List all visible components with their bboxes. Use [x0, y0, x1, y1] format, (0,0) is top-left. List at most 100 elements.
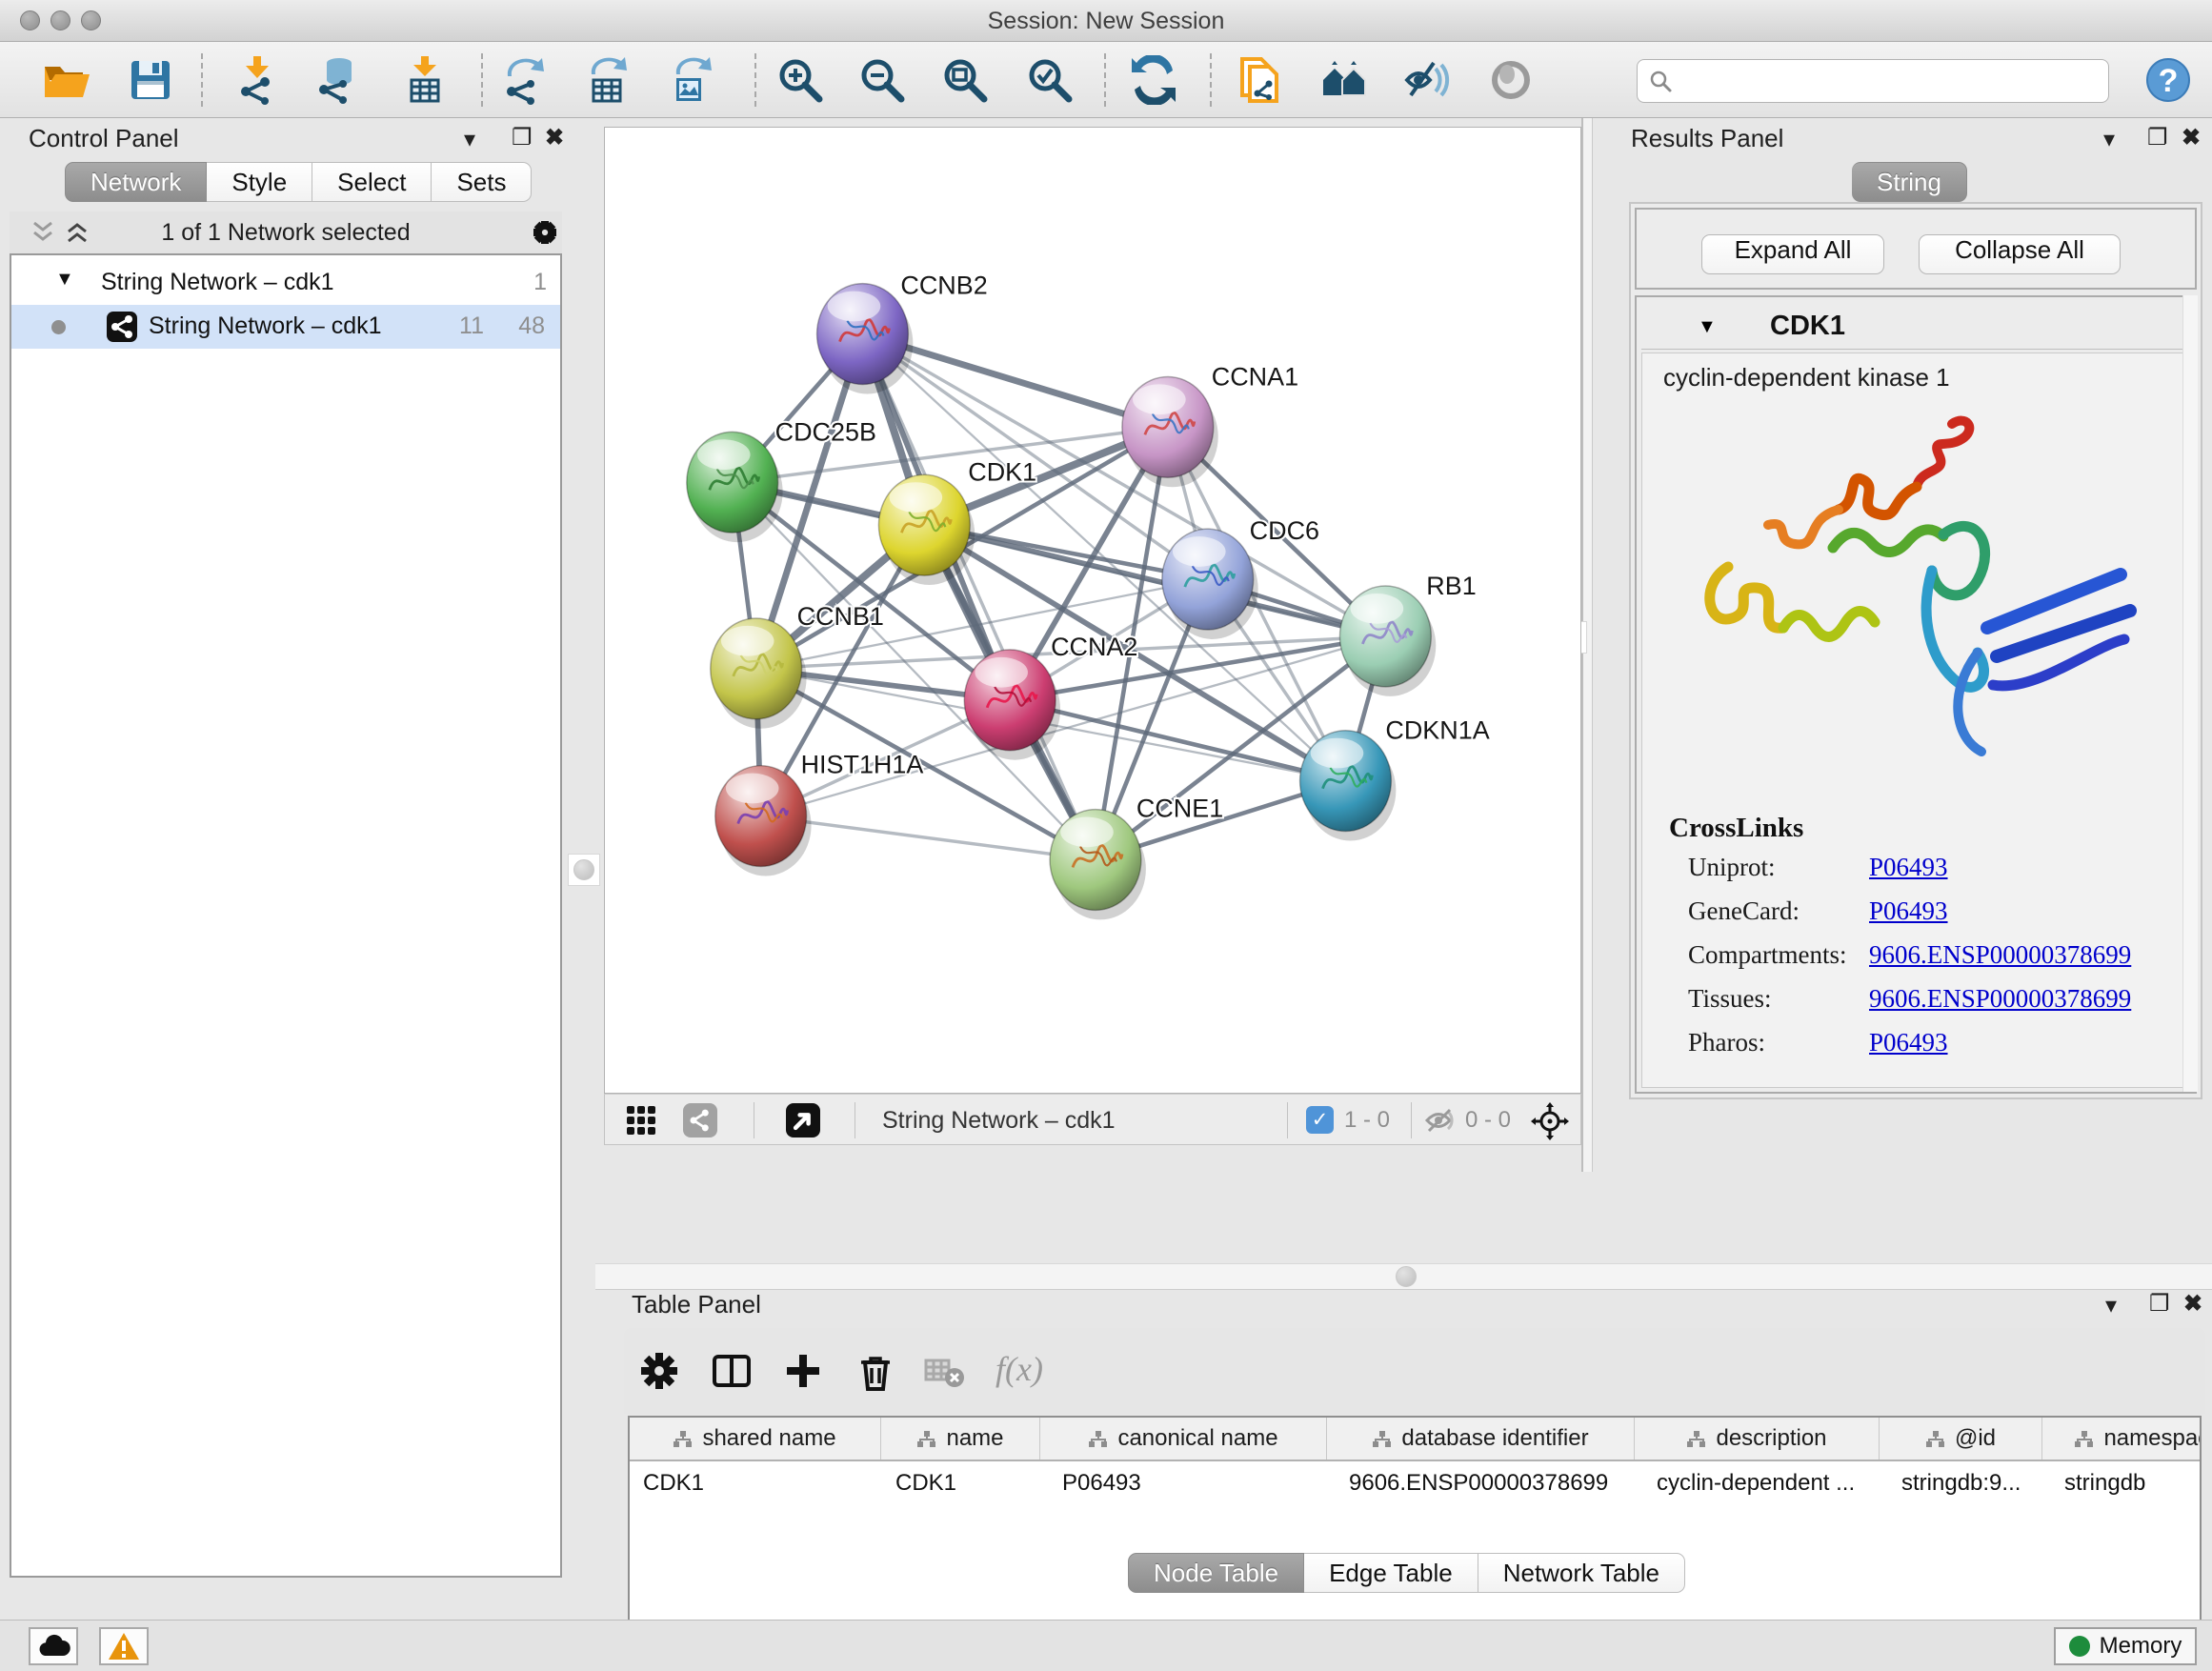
- node-label-CCNE1: CCNE1: [1136, 795, 1223, 823]
- export-image-icon[interactable]: [665, 55, 714, 105]
- column-header-label: name: [946, 1425, 1003, 1451]
- save-session-icon[interactable]: [126, 55, 175, 105]
- column-header-namespace[interactable]: namespace: [2043, 1418, 2202, 1460]
- results-panel-float-icon[interactable]: ❐: [2147, 124, 2168, 151]
- network-row-selected[interactable]: String Network – cdk1 11 48: [11, 305, 560, 349]
- cloud-status-button[interactable]: [29, 1627, 78, 1665]
- results-panel-close-icon[interactable]: ✖: [2182, 124, 2201, 151]
- memory-button[interactable]: Memory: [2054, 1627, 2197, 1665]
- table-cell[interactable]: CDK1: [630, 1463, 881, 1503]
- section-collapse-arrow-icon[interactable]: ▼: [1698, 316, 1717, 338]
- memory-status-dot: [2069, 1636, 2090, 1657]
- crosslink-label: Uniprot:: [1688, 853, 1776, 882]
- crosslink-value-link[interactable]: 9606.ENSP00000378699: [1869, 940, 2131, 970]
- node-label-CCNB1: CCNB1: [797, 602, 884, 631]
- selected-count-checkbox-icon[interactable]: ✓: [1306, 1106, 1334, 1134]
- tab-string[interactable]: String: [1852, 162, 1967, 202]
- warnings-button[interactable]: [99, 1627, 149, 1665]
- results-panel-title: Results Panel: [1631, 124, 1783, 153]
- tab-node-table[interactable]: Node Table: [1128, 1553, 1304, 1593]
- control-panel-float-icon[interactable]: ❐: [512, 124, 533, 151]
- collapse-all-button[interactable]: Collapse All: [1919, 234, 2121, 274]
- show-columns-icon[interactable]: [710, 1349, 754, 1393]
- import-table-icon[interactable]: [400, 55, 450, 105]
- network-tree: ▼ String Network – cdk1 1 String Network…: [10, 253, 562, 1578]
- network-canvas[interactable]: CCNB2CCNA1CDC25BCDK1CDC6RB1CCNB1CCNA2CDK…: [604, 127, 1581, 1094]
- import-network-from-database-icon[interactable]: [312, 55, 362, 105]
- crosslink-row: Tissues:9606.ENSP00000378699: [1688, 984, 2174, 1028]
- table-cell[interactable]: cyclin-dependent ...: [1636, 1463, 1880, 1503]
- column-type-icon: [1926, 1431, 1945, 1448]
- zoom-out-icon[interactable]: [857, 55, 907, 105]
- node-label-CCNA1: CCNA1: [1212, 362, 1298, 391]
- clone-network-icon[interactable]: [1235, 55, 1284, 105]
- hide-selected-icon[interactable]: [1401, 55, 1451, 105]
- column-header-name[interactable]: name: [882, 1418, 1040, 1460]
- right-panel-splitter[interactable]: [1581, 118, 1593, 1172]
- column-header-sharedname[interactable]: shared name: [630, 1418, 881, 1460]
- show-all-networks-icon[interactable]: [1319, 55, 1369, 105]
- help-icon[interactable]: ?: [2143, 55, 2193, 105]
- crosslink-value-link[interactable]: P06493: [1869, 896, 1948, 926]
- export-network-icon[interactable]: [498, 55, 548, 105]
- import-network-icon[interactable]: [232, 55, 282, 105]
- birdseye-view-icon[interactable]: [786, 1103, 820, 1137]
- table-cell[interactable]: CDK1: [882, 1463, 1040, 1503]
- toolbar-separator: [201, 53, 203, 107]
- results-scrollbar[interactable]: [2182, 295, 2198, 1092]
- apply-layout-icon[interactable]: [1129, 55, 1178, 105]
- search-input[interactable]: [1679, 64, 2099, 98]
- search-field[interactable]: [1637, 59, 2109, 103]
- column-header-databaseidentifier[interactable]: database identifier: [1328, 1418, 1635, 1460]
- tab-sets[interactable]: Sets: [432, 162, 532, 202]
- table-cell[interactable]: stringdb:9...: [1880, 1463, 2042, 1503]
- tab-select[interactable]: Select: [312, 162, 432, 202]
- table-panel-close-icon[interactable]: ✖: [2183, 1290, 2202, 1318]
- horizontal-splitter[interactable]: [595, 1263, 2212, 1290]
- table-cell[interactable]: stringdb: [2043, 1463, 2202, 1503]
- network-view-mode-icon[interactable]: [683, 1103, 717, 1137]
- crosslink-row: Uniprot: P06493: [1688, 853, 2174, 896]
- results-panel-menu-icon[interactable]: ▾: [2103, 126, 2115, 153]
- tab-style[interactable]: Style: [207, 162, 312, 202]
- splitter-handle[interactable]: [1396, 1266, 1417, 1287]
- open-session-icon[interactable]: [40, 55, 90, 105]
- tab-edge-table[interactable]: Edge Table: [1304, 1553, 1478, 1593]
- hidden-node-edge-counts: 0 - 0: [1465, 1107, 1511, 1134]
- control-panel-menu-icon[interactable]: ▾: [464, 126, 475, 153]
- export-table-icon[interactable]: [582, 55, 632, 105]
- crosslink-value-link[interactable]: 9606.ENSP00000378699: [1869, 984, 2131, 1014]
- node-gloss: [1173, 536, 1226, 567]
- expand-all-button[interactable]: Expand All: [1701, 234, 1884, 274]
- table-options-gear-icon[interactable]: [637, 1349, 681, 1393]
- table-panel-float-icon[interactable]: ❐: [2149, 1290, 2170, 1318]
- tree-expand-arrow-icon[interactable]: ▼: [55, 269, 74, 291]
- node-gloss: [975, 657, 1028, 688]
- zoom-fit-icon[interactable]: [940, 55, 990, 105]
- column-header-id[interactable]: @id: [1880, 1418, 2042, 1460]
- crosslink-value-link[interactable]: P06493: [1869, 853, 1948, 882]
- network-options-gear-icon[interactable]: [530, 217, 560, 248]
- tab-network[interactable]: Network: [65, 162, 207, 202]
- zoom-selected-icon[interactable]: [1025, 55, 1075, 105]
- control-panel-close-icon[interactable]: ✖: [545, 124, 564, 151]
- grid-view-icon[interactable]: [626, 1105, 656, 1136]
- column-header-description[interactable]: description: [1636, 1418, 1880, 1460]
- table-panel-menu-icon[interactable]: ▾: [2105, 1292, 2117, 1319]
- appearance-icon[interactable]: [1486, 55, 1536, 105]
- fit-content-crosshair-icon[interactable]: [1531, 1102, 1569, 1140]
- delete-column-icon[interactable]: [854, 1349, 897, 1393]
- table-cell[interactable]: 9606.ENSP00000378699: [1328, 1463, 1635, 1503]
- column-header-canonicalname[interactable]: canonical name: [1041, 1418, 1327, 1460]
- left-panel-splitter[interactable]: [568, 118, 602, 1620]
- create-column-icon[interactable]: [781, 1349, 825, 1393]
- crosslink-value-link[interactable]: P06493: [1869, 1028, 1948, 1057]
- network-edge-CCNA2-CDKN1A[interactable]: [1010, 700, 1345, 781]
- hidden-count-eye-icon: [1424, 1107, 1457, 1134]
- tab-network-table[interactable]: Network Table: [1478, 1553, 1685, 1593]
- column-type-icon: [1373, 1431, 1392, 1448]
- table-cell[interactable]: P06493: [1041, 1463, 1327, 1503]
- zoom-in-icon[interactable]: [775, 55, 825, 105]
- network-edge-CCNB2-CCNE1[interactable]: [862, 334, 1096, 860]
- network-collection-row[interactable]: ▼ String Network – cdk1 1: [11, 261, 560, 305]
